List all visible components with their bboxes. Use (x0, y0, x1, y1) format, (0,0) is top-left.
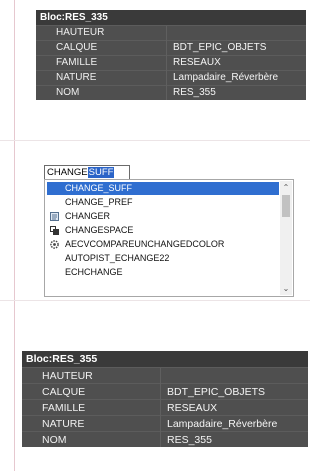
attribute-key: HAUTEUR (36, 25, 167, 41)
attributes-table: HAUTEUR CALQUE BDT_EPIC_OBJETS FAMILLE R… (36, 25, 306, 100)
suggestion-item[interactable]: CHANGE_SUFF (47, 182, 279, 195)
command-autocomplete-suggestion: SUFF (87, 167, 115, 178)
suggestion-item[interactable]: CHANGER (47, 210, 279, 223)
suggestion-item[interactable]: AUTOPIST_ECHANGE22 (47, 252, 279, 265)
attribute-value: RES_355 (166, 85, 306, 100)
attribute-key: CALQUE (22, 383, 161, 400)
attribute-key: CALQUE (36, 40, 167, 56)
attribute-value: BDT_EPIC_OBJETS (160, 383, 308, 400)
suggestion-item[interactable]: CHANGESPACE (47, 224, 279, 237)
suggestion-label: CHANGER (65, 211, 111, 221)
attribute-value: RES_355 (160, 431, 308, 447)
block-attributes-tooltip-bottom: Bloc:RES_355 HAUTEUR CALQUE BDT_EPIC_OBJ… (22, 351, 308, 447)
attribute-row: HAUTEUR (36, 25, 306, 41)
attribute-key: NOM (36, 85, 167, 100)
attribute-row: NOM RES_355 (36, 85, 306, 100)
scroll-down-icon[interactable]: ⌄ (280, 283, 292, 294)
command-typed-text: CHANGE (47, 167, 88, 178)
attribute-row: NOM RES_355 (22, 431, 308, 447)
attributes-table: HAUTEUR CALQUE BDT_EPIC_OBJETS FAMILLE R… (22, 367, 308, 447)
drawing-guide-line (0, 300, 310, 301)
suggestion-item[interactable]: AECVCOMPAREUNCHANGEDCOLOR (47, 238, 279, 251)
attribute-row: FAMILLE RESEAUX (22, 399, 308, 416)
suggestion-label: CHANGE_PREF (65, 197, 133, 207)
gear-icon (50, 240, 59, 249)
attribute-row: CALQUE BDT_EPIC_OBJETS (36, 40, 306, 56)
attribute-key: FAMILLE (36, 55, 167, 71)
attribute-key: HAUTEUR (22, 367, 161, 384)
attribute-value: RESEAUX (166, 55, 306, 71)
attribute-value: Lampadaire_Réverbère (166, 70, 306, 86)
command-suggestion-list[interactable]: CHANGE_SUFF CHANGE_PREF CHANGER CHANGESP… (44, 179, 294, 297)
attribute-row: CALQUE BDT_EPIC_OBJETS (22, 383, 308, 400)
block-title: Bloc:RES_355 (22, 351, 308, 367)
attribute-row: NATURE Lampadaire_Réverbère (36, 70, 306, 86)
screen: { "top_panel": { "title": "Bloc:RES_335"… (0, 0, 310, 471)
suggestion-label: CHANGE_SUFF (65, 183, 133, 193)
scroll-up-icon[interactable]: ⌃ (280, 182, 292, 193)
attribute-value (166, 25, 306, 41)
attribute-value: BDT_EPIC_OBJETS (166, 40, 306, 56)
suggestion-label: AECVCOMPAREUNCHANGEDCOLOR (65, 239, 225, 249)
suggestion-item[interactable]: ECHCHANGE (47, 266, 279, 279)
attribute-row: NATURE Lampadaire_Réverbère (22, 415, 308, 432)
attribute-key: FAMILLE (22, 399, 161, 416)
scroll-thumb[interactable] (282, 195, 290, 217)
attribute-value: Lampadaire_Réverbère (160, 415, 308, 432)
attribute-key: NOM (22, 431, 161, 447)
attribute-value: RESEAUX (160, 399, 308, 416)
drawing-guide-line (0, 140, 310, 141)
block-title: Bloc:RES_335 (36, 10, 306, 25)
attribute-key: NATURE (36, 70, 167, 86)
changespace-icon (50, 226, 59, 235)
suggestion-label: ECHCHANGE (65, 267, 123, 277)
block-attributes-tooltip-top: Bloc:RES_335 HAUTEUR CALQUE BDT_EPIC_OBJ… (36, 10, 306, 100)
suggestion-scrollbar[interactable]: ⌃ ⌄ (280, 181, 292, 295)
drawing-guide-line (14, 0, 15, 471)
properties-icon (50, 212, 59, 221)
suggestion-item[interactable]: CHANGE_PREF (47, 196, 279, 209)
attribute-value (160, 367, 308, 384)
suggestion-label: CHANGESPACE (65, 225, 134, 235)
attribute-key: NATURE (22, 415, 161, 432)
attribute-row: FAMILLE RESEAUX (36, 55, 306, 71)
suggestion-label: AUTOPIST_ECHANGE22 (65, 253, 170, 263)
attribute-row: HAUTEUR (22, 367, 308, 384)
